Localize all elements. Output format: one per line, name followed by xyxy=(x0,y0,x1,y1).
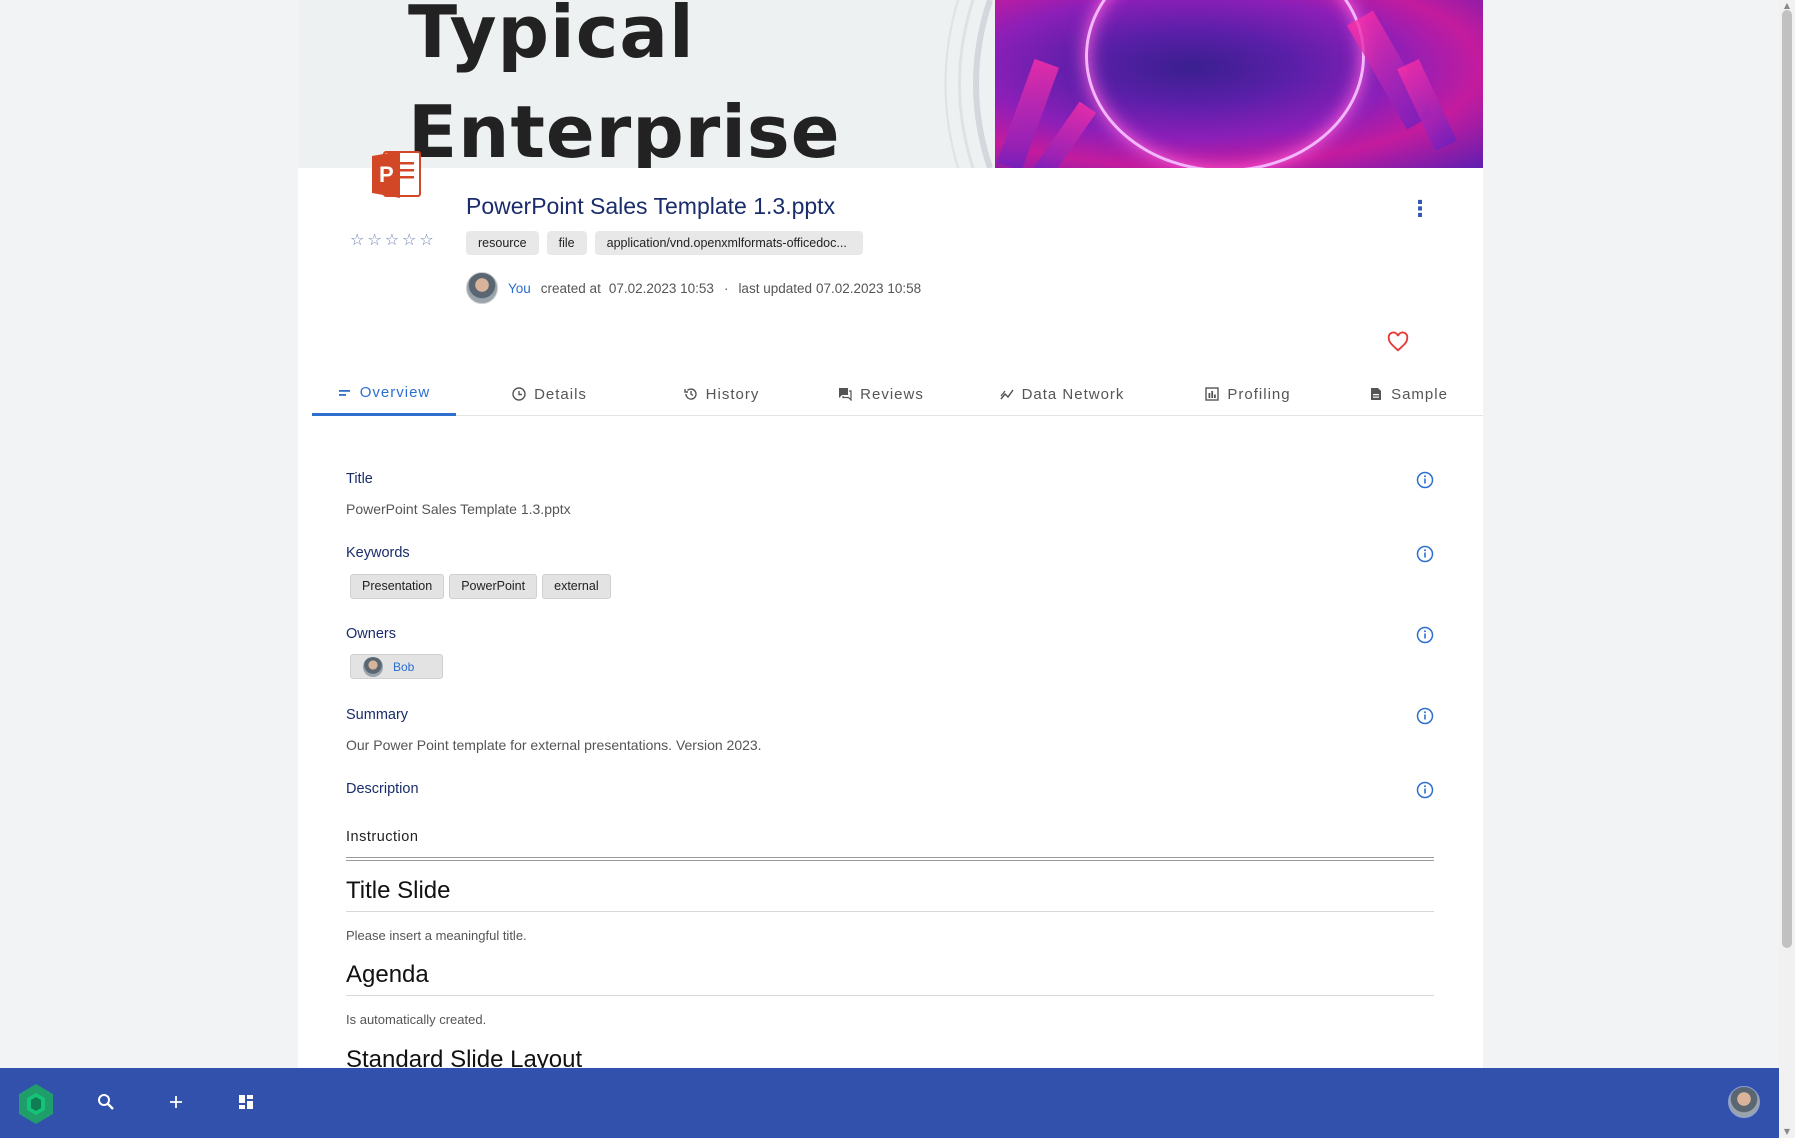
section-heading: Title Slide xyxy=(346,877,451,904)
section-divider xyxy=(346,911,1434,912)
section-text: Is automatically created. xyxy=(346,1012,487,1027)
description-subtitle: Instruction xyxy=(346,829,419,845)
banner-title-line1: Typical xyxy=(408,0,695,74)
created-at: 07.02.2023 10:53 xyxy=(608,280,714,296)
description-label: Description xyxy=(346,781,419,797)
title-value: PowerPoint Sales Template 1.3.pptx xyxy=(346,501,571,517)
tab-label: Overview xyxy=(359,384,431,401)
meta-separator: · xyxy=(723,280,729,296)
tab-overview[interactable]: Overview xyxy=(312,372,456,416)
title-label: Title xyxy=(346,471,373,487)
more-options-icon[interactable]: ⋮ xyxy=(1409,199,1431,221)
data-network-icon xyxy=(999,389,1014,400)
tab-data-network[interactable]: Data Network xyxy=(962,372,1162,416)
owners-label: Owners xyxy=(346,626,396,642)
tag-file: file xyxy=(546,231,587,255)
tab-label: Details xyxy=(534,385,587,403)
section-heading: Agenda xyxy=(346,961,429,988)
owners-info-icon[interactable] xyxy=(1416,626,1434,644)
scroll-thumb[interactable] xyxy=(1782,10,1792,948)
tab-profiling[interactable]: Profiling xyxy=(1162,372,1334,416)
tab-bar: Overview Details History Reviews Data Ne… xyxy=(312,372,1483,416)
tab-sample[interactable]: Sample xyxy=(1334,372,1483,416)
tab-reviews[interactable]: Reviews xyxy=(800,372,962,416)
bottom-navigation-bar xyxy=(0,1068,1779,1138)
description-info-icon[interactable] xyxy=(1416,781,1434,799)
tag-list: resource file application/vnd.openxmlfor… xyxy=(466,231,863,255)
powerpoint-file-icon: P xyxy=(372,151,421,198)
sample-icon xyxy=(1371,388,1382,400)
banner-ring xyxy=(1085,0,1365,168)
metadata-line: You created at 07.02.2023 10:53 · last u… xyxy=(466,272,921,304)
banner-shard xyxy=(1033,101,1097,168)
search-icon[interactable] xyxy=(94,1090,118,1114)
rating-stars[interactable]: ☆☆☆☆☆ xyxy=(350,230,437,249)
scroll-down-icon[interactable]: ▼ xyxy=(1779,1126,1795,1138)
reviews-icon xyxy=(839,388,852,401)
creator-avatar[interactable] xyxy=(466,272,498,304)
main-page: Typical Enterprise P ☆☆☆☆☆ PowerPoint Sa… xyxy=(298,0,1483,1068)
tab-label: Sample xyxy=(1391,385,1448,403)
details-icon xyxy=(512,387,526,401)
section-heading: Standard Slide Layout xyxy=(346,1046,583,1068)
owner-name[interactable]: Bob xyxy=(393,660,414,674)
owner-avatar xyxy=(363,656,383,677)
add-icon[interactable] xyxy=(164,1090,188,1114)
updated-label: last updated xyxy=(738,280,812,296)
tab-history[interactable]: History xyxy=(643,372,800,416)
banner-title-line2: Enterprise xyxy=(408,90,841,168)
banner-title: Typical Enterprise xyxy=(408,0,841,168)
updated-at: 07.02.2023 10:58 xyxy=(816,280,922,296)
keyword-chip[interactable]: PowerPoint xyxy=(449,574,538,599)
owner-chip[interactable]: Bob xyxy=(350,654,443,679)
profiling-icon xyxy=(1205,387,1220,401)
summary-label: Summary xyxy=(346,707,409,723)
title-info-icon[interactable] xyxy=(1416,471,1434,489)
banner: Typical Enterprise xyxy=(298,0,1483,168)
tab-label: Profiling xyxy=(1227,385,1291,403)
section-text: Please insert a meaningful title. xyxy=(346,928,527,943)
tag-resource: resource xyxy=(466,231,539,255)
tab-details[interactable]: Details xyxy=(456,372,643,416)
section-divider xyxy=(346,995,1434,996)
creator-link[interactable]: You xyxy=(508,281,531,296)
dashboard-icon[interactable] xyxy=(234,1090,258,1114)
keyword-list: Presentation PowerPoint external xyxy=(350,574,611,599)
tab-label: Data Network xyxy=(1021,385,1125,403)
svg-text:P: P xyxy=(379,162,394,187)
created-label: created at xyxy=(540,280,601,296)
tag-mime-type: application/vnd.openxmlformats-officedoc… xyxy=(594,231,863,255)
description-divider xyxy=(346,857,1434,861)
keywords-info-icon[interactable] xyxy=(1416,545,1434,563)
keywords-label: Keywords xyxy=(346,545,410,561)
overview-icon xyxy=(338,389,350,396)
tab-label: History xyxy=(705,385,760,403)
banner-image xyxy=(995,0,1483,168)
tab-label: Reviews xyxy=(860,385,924,403)
summary-value: Our Power Point template for external pr… xyxy=(346,737,762,753)
history-icon xyxy=(683,388,697,400)
file-title: PowerPoint Sales Template 1.3.pptx xyxy=(466,193,836,219)
user-avatar[interactable] xyxy=(1728,1086,1760,1118)
summary-info-icon[interactable] xyxy=(1416,707,1434,725)
app-logo-icon[interactable] xyxy=(15,1083,57,1125)
favorite-heart-icon[interactable] xyxy=(1387,331,1409,353)
keyword-chip[interactable]: external xyxy=(542,574,611,599)
keyword-chip[interactable]: Presentation xyxy=(350,574,445,599)
page-scrollbar[interactable]: ▲ ▼ xyxy=(1779,0,1795,1138)
